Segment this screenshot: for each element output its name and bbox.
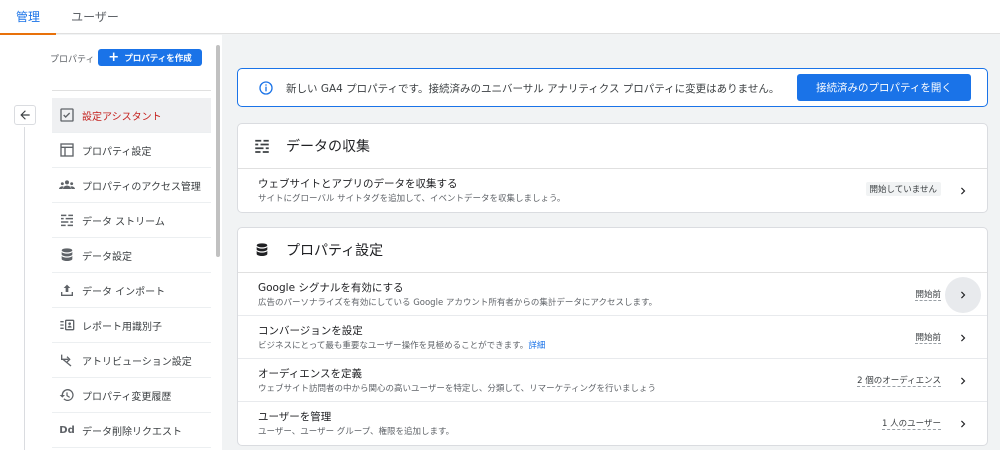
- data-streams-icon: [252, 136, 272, 156]
- setup-row-audiences[interactable]: オーディエンスを定義 ウェブサイト訪問者の中から関心の高いユーザーを特定し、分類…: [238, 359, 987, 402]
- data-streams-icon: [58, 211, 76, 229]
- info-banner: 新しい GA4 プロパティです。接続済みのユニバーサル アナリティクス プロパテ…: [237, 68, 988, 107]
- sidebar-item-label: データ削除リクエスト: [82, 426, 182, 438]
- tab-users[interactable]: ユーザー: [62, 0, 128, 34]
- row-title: ウェブサイトとアプリのデータを収集する: [258, 178, 458, 190]
- sidebar-item-attribution-settings[interactable]: アトリビューション設定: [52, 343, 211, 378]
- plus-icon: +: [108, 50, 120, 65]
- sidebar-item-label: データ インポート: [82, 286, 166, 298]
- chevron-right-icon[interactable]: [953, 328, 973, 348]
- sidebar-item-reporting-identity[interactable]: レポート用識別子: [52, 308, 211, 343]
- sidebar-item-data-import[interactable]: データ インポート: [52, 273, 211, 308]
- create-property-label: プロパティを作成: [124, 53, 192, 64]
- sidebar-item-label: プロパティのアクセス管理: [82, 181, 201, 193]
- tab-admin[interactable]: 管理: [0, 0, 56, 35]
- info-icon: [258, 80, 274, 100]
- setup-row-google-signals[interactable]: Google シグナルを有効にする 広告のパーソナライズを有効にしている Goo…: [238, 273, 987, 316]
- property-settings-card: プロパティ設定 Google シグナルを有効にする 広告のパーソナライズを有効に…: [237, 227, 988, 446]
- database-icon: [58, 246, 76, 264]
- status-badge: 開始前: [915, 290, 941, 301]
- card-header: データの収集: [238, 124, 987, 169]
- row-title: コンバージョンを設定: [258, 325, 363, 337]
- arrow-back-icon: [20, 110, 30, 120]
- row-title: ユーザーを管理: [258, 411, 332, 423]
- chevron-right-icon[interactable]: [953, 414, 973, 434]
- identifier-icon: [58, 316, 76, 334]
- row-title: Google シグナルを有効にする: [258, 282, 404, 294]
- status-badge: 開始していません: [865, 182, 941, 196]
- sidebar-item-data-streams[interactable]: データ ストリーム: [52, 203, 211, 238]
- row-description: サイトにグローバル サイトタグを追加して、イベントデータを収集しましょう。: [258, 194, 566, 204]
- attribution-icon: [58, 351, 76, 369]
- admin-sidebar: プロパティ + プロパティを作成 設定アシスタント プロパティ設定 プロパティの…: [0, 35, 222, 450]
- row-description: ウェブサイト訪問者の中から関心の高いユーザーを特定し、分類して、リマーケティング…: [258, 384, 656, 394]
- sidebar-item-label: データ ストリーム: [82, 216, 165, 228]
- banner-message: 新しい GA4 プロパティです。接続済みのユニバーサル アナリティクス プロパテ…: [286, 83, 780, 95]
- chevron-right-icon[interactable]: [945, 277, 981, 313]
- sidebar-item-access-management[interactable]: プロパティのアクセス管理: [52, 168, 211, 203]
- card-title: プロパティ設定: [286, 243, 384, 259]
- sidebar-item-data-deletion[interactable]: Dd データ削除リクエスト: [52, 413, 211, 448]
- row-description: ユーザー、ユーザー グループ、権限を追加します。: [258, 427, 455, 437]
- nav-divider: [52, 90, 211, 91]
- sidebar-item-label: 設定アシスタント: [82, 111, 162, 123]
- people-icon: [58, 176, 76, 194]
- property-nav: 設定アシスタント プロパティ設定 プロパティのアクセス管理 データ ストリーム …: [52, 98, 211, 448]
- card-header: プロパティ設定: [238, 228, 987, 273]
- sidebar-scrollbar[interactable]: [216, 45, 220, 257]
- learn-more-link[interactable]: 詳細: [528, 341, 545, 351]
- sidebar-item-change-history[interactable]: プロパティ変更履歴: [52, 378, 211, 413]
- property-column-label: プロパティ: [50, 55, 95, 65]
- chevron-right-icon[interactable]: [953, 181, 973, 201]
- chevron-right-icon[interactable]: [953, 371, 973, 391]
- sidebar-item-label: プロパティ変更履歴: [82, 391, 172, 403]
- row-description: ビジネスにとって最も重要なユーザー操作を見極めることができます。詳細: [258, 339, 545, 351]
- top-tab-bar: 管理 ユーザー: [0, 0, 1000, 35]
- row-description-text: ビジネスにとって最も重要なユーザー操作を見極めることができます。: [258, 341, 529, 351]
- sidebar-item-label: データ設定: [82, 251, 132, 263]
- row-title: オーディエンスを定義: [258, 368, 363, 380]
- sidebar-item-setup-assistant[interactable]: 設定アシスタント: [52, 98, 211, 133]
- status-badge: 2 個のオーディエンス: [857, 376, 941, 387]
- column-divider: [24, 127, 25, 450]
- card-title: データの収集: [286, 139, 370, 155]
- row-description: 広告のパーソナライズを有効にしている Google アカウント所有者からの集計デ…: [258, 298, 658, 308]
- open-connected-property-button[interactable]: 接続済みのプロパティを開く: [797, 74, 971, 101]
- sidebar-item-data-settings[interactable]: データ設定: [52, 238, 211, 273]
- setup-assistant-main: 新しい GA4 プロパティです。接続済みのユニバーサル アナリティクス プロパテ…: [222, 35, 1000, 450]
- sidebar-item-label: レポート用識別子: [82, 321, 162, 333]
- back-button[interactable]: [14, 105, 36, 125]
- create-property-button[interactable]: + プロパティを作成: [98, 49, 202, 66]
- history-icon: [58, 386, 76, 404]
- status-badge: 開始前: [915, 333, 941, 344]
- status-badge: 1 人のユーザー: [882, 419, 941, 430]
- setup-row-collect-data[interactable]: ウェブサイトとアプリのデータを収集する サイトにグローバル サイトタグを追加して…: [238, 169, 987, 212]
- sidebar-item-label: アトリビューション設定: [82, 356, 192, 368]
- setup-row-conversions[interactable]: コンバージョンを設定 ビジネスにとって最も重要なユーザー操作を見極めることができ…: [238, 316, 987, 359]
- upload-icon: [58, 281, 76, 299]
- data-collection-card: データの収集 ウェブサイトとアプリのデータを収集する サイトにグローバル サイト…: [237, 123, 988, 213]
- checklist-icon: [58, 106, 76, 124]
- database-icon: [252, 240, 272, 260]
- sidebar-item-property-settings[interactable]: プロパティ設定: [52, 133, 211, 168]
- property-settings-icon: [58, 141, 76, 159]
- setup-row-manage-users[interactable]: ユーザーを管理 ユーザー、ユーザー グループ、権限を追加します。 1 人のユーザ…: [238, 402, 987, 445]
- sidebar-item-label: プロパティ設定: [82, 146, 152, 158]
- data-deletion-icon: Dd: [59, 424, 75, 436]
